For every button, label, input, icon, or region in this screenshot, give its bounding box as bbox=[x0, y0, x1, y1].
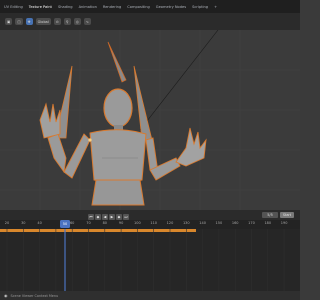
viewport-canvas bbox=[0, 30, 300, 210]
frame-tick-label: 150 bbox=[215, 221, 223, 225]
editor-type-icon[interactable]: ▣ bbox=[5, 18, 13, 25]
timeline-tracks[interactable] bbox=[0, 229, 300, 291]
options-icon[interactable]: ∿ bbox=[83, 18, 91, 25]
snap-icon[interactable]: ⚲ bbox=[63, 18, 71, 25]
workspace-tabs-bar: UV Editing Texture Paint Shading Animati… bbox=[0, 0, 300, 13]
viewport-header: ▣ ◫ ✥ Global ⊙ ⚲ ◎ ∿ bbox=[0, 13, 300, 30]
frame-tick-label: 100 bbox=[134, 221, 141, 225]
orientation-dropdown[interactable]: Global bbox=[35, 18, 51, 25]
frame-range-controls: 5/5 Start bbox=[262, 212, 294, 218]
frame-tick-label: 40 bbox=[37, 221, 42, 225]
left-forearm bbox=[47, 133, 67, 174]
keyframe-range-bar bbox=[0, 229, 196, 232]
right-hand bbox=[175, 127, 207, 167]
frame-tick-label: 120 bbox=[166, 221, 174, 225]
frame-tick-label: 70 bbox=[86, 221, 91, 225]
move-tool-icon[interactable]: ✥ bbox=[25, 18, 33, 25]
mode-select-icon[interactable]: ◫ bbox=[15, 18, 23, 25]
tab-compositing[interactable]: Compositing bbox=[127, 5, 150, 9]
frame-tick-label: 140 bbox=[199, 221, 206, 225]
head-bone bbox=[107, 41, 127, 83]
add-workspace-button[interactable]: + bbox=[214, 5, 217, 9]
pivot-icon[interactable]: ⊙ bbox=[53, 18, 61, 25]
frame-tick-label: 80 bbox=[102, 221, 108, 225]
frame-tick-label: 130 bbox=[182, 221, 190, 225]
frame-end-field[interactable]: Start bbox=[280, 212, 294, 218]
left-hand bbox=[39, 102, 61, 139]
frame-tick-label: 20 bbox=[4, 221, 10, 225]
frame-tick-label: 110 bbox=[150, 221, 158, 225]
tab-scripting[interactable]: Scripting bbox=[192, 5, 208, 9]
mannequin-model[interactable] bbox=[39, 41, 207, 206]
pelvis bbox=[91, 179, 145, 206]
light-direction-line bbox=[139, 30, 219, 131]
frame-tick-label: 190 bbox=[280, 221, 288, 225]
timeline-canvas bbox=[0, 229, 285, 291]
frame-tick-label: 180 bbox=[264, 221, 272, 225]
torso bbox=[89, 129, 147, 183]
tab-geometry-nodes[interactable]: Geometry Nodes bbox=[156, 5, 186, 9]
frame-tick-label: 170 bbox=[248, 221, 255, 225]
status-bar: ◉ Scene Viewer Context Menu bbox=[0, 291, 300, 300]
frame-tick-label: 60 bbox=[69, 221, 75, 225]
current-frame-indicator[interactable]: 50 bbox=[60, 220, 70, 228]
tab-shading[interactable]: Shading bbox=[58, 5, 73, 9]
pivot-point bbox=[88, 138, 92, 142]
tab-rendering[interactable]: Rendering bbox=[103, 5, 121, 9]
frame-tick-label: 90 bbox=[118, 221, 124, 225]
right-arm-bone bbox=[133, 65, 153, 141]
3d-viewport[interactable] bbox=[0, 30, 300, 210]
status-text: Scene Viewer Context Menu bbox=[10, 293, 59, 298]
timeline-header bbox=[0, 210, 300, 220]
orientation-label: Global bbox=[37, 19, 49, 24]
proportional-edit-icon[interactable]: ◎ bbox=[73, 18, 81, 25]
frame-tick-label: 160 bbox=[231, 221, 239, 225]
mouse-icon: ◉ bbox=[4, 293, 8, 298]
frame-start-field[interactable]: 5/5 bbox=[262, 212, 278, 218]
left-upper-arm bbox=[63, 133, 91, 179]
tab-animation[interactable]: Animation bbox=[79, 5, 97, 9]
frame-tick-label: 30 bbox=[21, 221, 26, 225]
tab-texture-paint[interactable]: Texture Paint bbox=[29, 5, 52, 9]
head bbox=[103, 88, 133, 128]
tab-uv-editing[interactable]: UV Editing bbox=[4, 5, 23, 9]
